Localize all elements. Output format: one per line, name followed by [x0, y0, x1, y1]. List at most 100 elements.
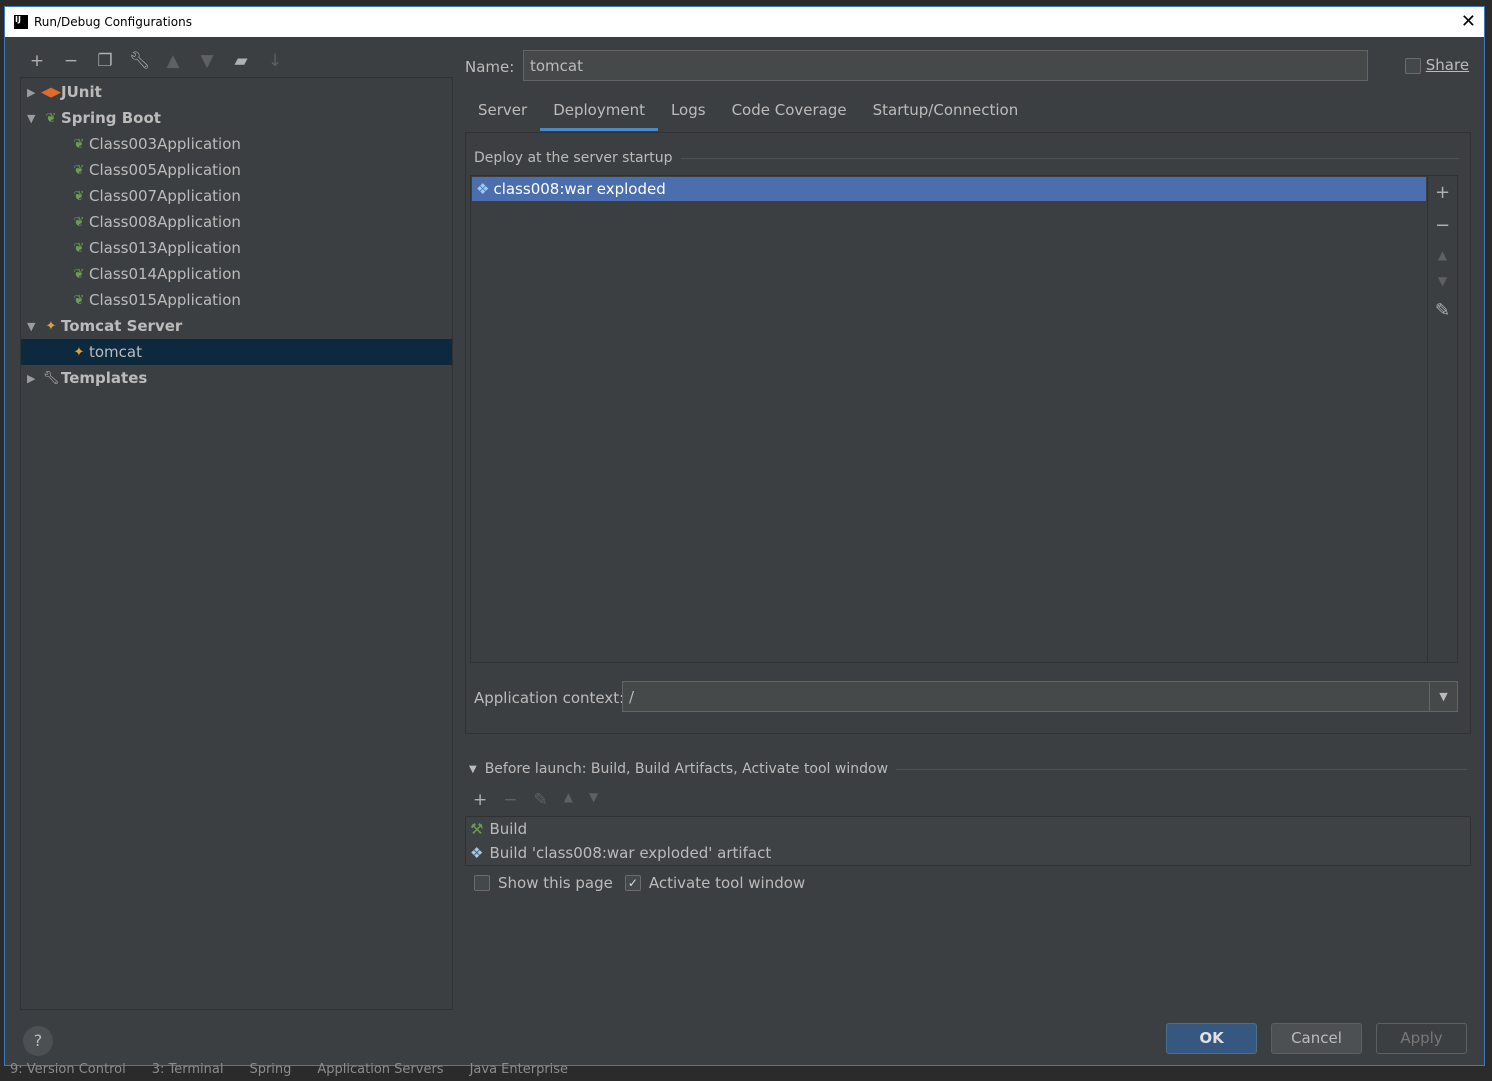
before-launch-toolbar: + − ✎ ▲ ▼ — [473, 790, 598, 810]
list-item[interactable]: ⚒ Build — [466, 817, 1470, 841]
chevron-down-icon[interactable]: ▼ — [1429, 682, 1457, 711]
tree-item-spring-app[interactable]: ❦ Class003Application — [21, 131, 452, 157]
tree-item-junit[interactable]: ▶ ◀▶ JUnit — [21, 79, 452, 105]
title-bar: IJ Run/Debug Configurations ✕ — [5, 7, 1484, 37]
deploy-section-header: Deploy at the server startup — [474, 150, 1459, 166]
context-combobox[interactable]: / ▼ — [622, 681, 1458, 712]
tree-item-tomcat-server[interactable]: ▼ ✦ Tomcat Server — [21, 313, 452, 339]
add-icon[interactable]: + — [473, 790, 487, 810]
tab-logs[interactable]: Logs — [658, 95, 719, 131]
name-label: Name: — [465, 58, 515, 76]
item-label: Build — [489, 820, 528, 838]
tree-label: Class007Application — [89, 187, 241, 205]
deploy-list: ❖ class008:war exploded + − ▲ ▼ ✎ — [470, 175, 1458, 663]
tree-item-spring-app[interactable]: ❦ Class014Application — [21, 261, 452, 287]
status-item[interactable]: 3: Terminal — [152, 1062, 224, 1081]
collapse-icon[interactable]: ▼ — [27, 112, 41, 125]
artifact-icon: ❖ — [476, 180, 490, 198]
help-button[interactable]: ? — [23, 1026, 53, 1056]
tab-server[interactable]: Server — [465, 95, 540, 131]
edit-icon[interactable]: ✎ — [534, 790, 548, 810]
apply-button[interactable]: Apply — [1376, 1023, 1467, 1054]
close-icon[interactable]: ✕ — [1461, 11, 1476, 32]
folder-add-icon[interactable]: ▰ — [231, 51, 251, 71]
tree-item-tomcat[interactable]: ✦ tomcat — [21, 339, 452, 365]
list-item[interactable]: ❖ Build 'class008:war exploded' artifact — [466, 841, 1470, 865]
status-item[interactable]: Java Enterprise — [470, 1062, 568, 1081]
tab-bar: Server Deployment Logs Code Coverage Startup… — [465, 95, 1031, 131]
show-page-checkbox[interactable] — [474, 875, 490, 891]
tomcat-icon: ✦ — [73, 344, 85, 360]
tree-label: Class014Application — [89, 265, 241, 283]
collapse-icon[interactable]: ▼ — [469, 764, 477, 775]
before-launch-title: Before launch: Build, Build Artifacts, A… — [484, 761, 889, 777]
collapse-icon[interactable]: ▼ — [27, 320, 41, 333]
status-item[interactable]: Spring — [249, 1062, 291, 1081]
name-input[interactable] — [523, 50, 1368, 81]
expand-icon[interactable]: ▶ — [27, 372, 41, 385]
share-checkbox[interactable]: Share — [1405, 56, 1469, 74]
junit-icon: ◀▶ — [41, 84, 61, 100]
checkbox-icon[interactable] — [1405, 57, 1421, 74]
move-down-icon[interactable]: ▼ — [589, 790, 598, 810]
tree-label: Templates — [61, 369, 148, 387]
spring-boot-app-icon: ❦ — [73, 162, 85, 178]
add-icon[interactable]: + — [1435, 182, 1450, 203]
spring-boot-icon: ❦ — [45, 110, 57, 126]
tree-item-templates[interactable]: ▶ 🔧︎ Templates — [21, 365, 452, 391]
tomcat-icon: ✦ — [45, 318, 57, 334]
before-launch-header[interactable]: ▼ Before launch: Build, Build Artifacts, … — [469, 761, 1467, 777]
tree-toolbar: + − ❐ 🔧︎ ▲ ▼ ▰ ↓ — [27, 51, 285, 71]
before-launch-list: ⚒ Build ❖ Build 'class008:war exploded' ar… — [465, 816, 1471, 866]
move-up-icon[interactable]: ▲ — [1438, 248, 1447, 262]
spring-boot-app-icon: ❦ — [73, 188, 85, 204]
tree-label: Class005Application — [89, 161, 241, 179]
intellij-logo-icon: IJ — [14, 15, 28, 29]
hammer-icon: ⚒ — [470, 820, 484, 838]
edit-icon[interactable]: ✎ — [1435, 300, 1450, 321]
list-item[interactable]: ❖ class008:war exploded — [472, 177, 1426, 201]
tree-item-spring-app[interactable]: ❦ Class008Application — [21, 209, 452, 235]
add-icon[interactable]: + — [27, 51, 47, 71]
section-title: Deploy at the server startup — [474, 150, 673, 166]
tab-code-coverage[interactable]: Code Coverage — [719, 95, 860, 131]
item-label: class008:war exploded — [493, 180, 666, 198]
remove-icon[interactable]: − — [61, 51, 81, 71]
activate-tool-window-checkbox[interactable]: ✓ — [624, 875, 641, 891]
cancel-button[interactable]: Cancel — [1271, 1023, 1362, 1054]
copy-icon[interactable]: ❐ — [95, 51, 115, 71]
run-debug-dialog: IJ Run/Debug Configurations ✕ + − ❐ 🔧︎ ▲… — [4, 6, 1485, 1066]
show-page-label: Show this page — [498, 874, 613, 892]
expand-icon[interactable]: ▶ — [27, 86, 41, 99]
move-down-icon[interactable]: ▼ — [197, 51, 217, 71]
move-up-icon[interactable]: ▲ — [163, 51, 183, 71]
sort-icon[interactable]: ↓ — [265, 51, 285, 71]
tree-label: Class008Application — [89, 213, 241, 231]
tree-item-spring-app[interactable]: ❦ Class013Application — [21, 235, 452, 261]
tree-label: Spring Boot — [61, 109, 161, 127]
spring-boot-app-icon: ❦ — [73, 292, 85, 308]
tree-label: Class015Application — [89, 291, 241, 309]
config-tree: ▶ ◀▶ JUnit ▼ ❦ Spring Boot ❦ Class003Applicat… — [20, 77, 453, 1010]
move-down-icon[interactable]: ▼ — [1438, 274, 1447, 288]
tree-item-spring-boot[interactable]: ▼ ❦ Spring Boot — [21, 105, 452, 131]
remove-icon[interactable]: − — [503, 790, 517, 810]
ok-button[interactable]: OK — [1166, 1023, 1257, 1054]
status-item[interactable]: Application Servers — [317, 1062, 443, 1081]
tree-item-spring-app[interactable]: ❦ Class015Application — [21, 287, 452, 313]
tab-startup-connection[interactable]: Startup/Connection — [860, 95, 1032, 131]
tab-deployment[interactable]: Deployment — [540, 95, 658, 131]
artifact-icon: ❖ — [470, 844, 484, 862]
wrench-icon: 🔧︎ — [42, 370, 60, 386]
spring-boot-app-icon: ❦ — [73, 214, 85, 230]
move-up-icon[interactable]: ▲ — [564, 790, 573, 810]
remove-icon[interactable]: − — [1435, 215, 1450, 236]
status-item[interactable]: 9: Version Control — [10, 1062, 126, 1081]
tree-item-spring-app[interactable]: ❦ Class007Application — [21, 183, 452, 209]
tree-item-spring-app[interactable]: ❦ Class005Application — [21, 157, 452, 183]
tree-label: Class003Application — [89, 135, 241, 153]
spring-boot-app-icon: ❦ — [73, 136, 85, 152]
options-row: Show this page ✓ Activate tool window — [474, 874, 805, 892]
spring-boot-app-icon: ❦ — [73, 266, 85, 282]
wrench-icon[interactable]: 🔧︎ — [129, 51, 151, 71]
